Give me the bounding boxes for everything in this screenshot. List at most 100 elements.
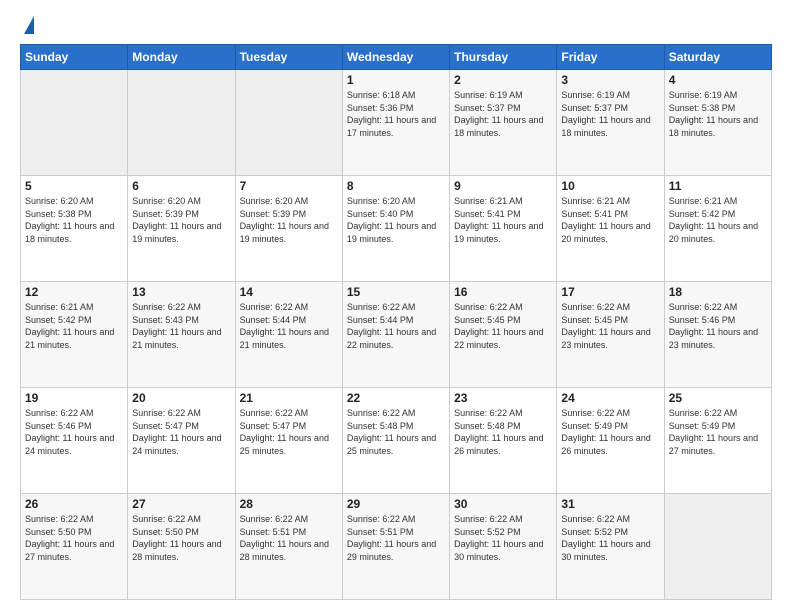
calendar-cell: 25 Sunrise: 6:22 AM Sunset: 5:49 PM Dayli…: [664, 388, 771, 494]
day-number: 30: [454, 497, 552, 511]
calendar-cell: [128, 70, 235, 176]
day-number: 9: [454, 179, 552, 193]
day-number: 1: [347, 73, 445, 87]
calendar-cell: 22 Sunrise: 6:22 AM Sunset: 5:48 PM Dayli…: [342, 388, 449, 494]
calendar-cell: 14Sunrise: 6:22 AM Sunset: 5:44 PM Dayli…: [235, 282, 342, 388]
cell-info: Sunrise: 6:22 AM Sunset: 5:51 PM Dayligh…: [347, 513, 445, 563]
day-number: 6: [132, 179, 230, 193]
calendar-cell: 16 Sunrise: 6:22 AM Sunset: 5:45 PM Dayli…: [450, 282, 557, 388]
cell-info: Sunrise: 6:22 AM Sunset: 5:48 PM Dayligh…: [454, 407, 552, 457]
day-number: 26: [25, 497, 123, 511]
calendar-cell: [235, 70, 342, 176]
day-number: 24: [561, 391, 659, 405]
calendar-cell: 3 Sunrise: 6:19 AM Sunset: 5:37 PM Daylig…: [557, 70, 664, 176]
col-header-saturday: Saturday: [664, 45, 771, 70]
calendar-cell: 30 Sunrise: 6:22 AM Sunset: 5:52 PM Dayli…: [450, 494, 557, 600]
calendar-cell: 5 Sunrise: 6:20 AM Sunset: 5:38 PM Daylig…: [21, 176, 128, 282]
cell-info: Sunrise: 6:22 AM Sunset: 5:52 PM Dayligh…: [454, 513, 552, 563]
header: [20, 16, 772, 34]
calendar-week-row: 5 Sunrise: 6:20 AM Sunset: 5:38 PM Daylig…: [21, 176, 772, 282]
calendar-table: SundayMondayTuesdayWednesdayThursdayFrid…: [20, 44, 772, 600]
col-header-monday: Monday: [128, 45, 235, 70]
cell-info: Sunrise: 6:22 AM Sunset: 5:47 PM Dayligh…: [240, 407, 338, 457]
cell-info: Sunrise: 6:20 AM Sunset: 5:39 PM Dayligh…: [132, 195, 230, 245]
page: SundayMondayTuesdayWednesdayThursdayFrid…: [0, 0, 792, 612]
day-number: 10: [561, 179, 659, 193]
cell-info: Sunrise: 6:22 AM Sunset: 5:49 PM Dayligh…: [561, 407, 659, 457]
cell-info: Sunrise: 6:20 AM Sunset: 5:40 PM Dayligh…: [347, 195, 445, 245]
col-header-wednesday: Wednesday: [342, 45, 449, 70]
day-number: 8: [347, 179, 445, 193]
day-number: 18: [669, 285, 767, 299]
calendar-cell: 8 Sunrise: 6:20 AM Sunset: 5:40 PM Daylig…: [342, 176, 449, 282]
day-number: 25: [669, 391, 767, 405]
day-number: 28: [240, 497, 338, 511]
calendar-week-row: 1 Sunrise: 6:18 AM Sunset: 5:36 PM Daylig…: [21, 70, 772, 176]
day-number: 17: [561, 285, 659, 299]
calendar-cell: 31 Sunrise: 6:22 AM Sunset: 5:52 PM Dayli…: [557, 494, 664, 600]
cell-info: Sunrise: 6:22 AM Sunset: 5:52 PM Dayligh…: [561, 513, 659, 563]
calendar-cell: 12Sunrise: 6:21 AM Sunset: 5:42 PM Dayli…: [21, 282, 128, 388]
cell-info: Sunrise: 6:22 AM Sunset: 5:44 PM Dayligh…: [347, 301, 445, 351]
cell-info: Sunrise: 6:22 AM Sunset: 5:46 PM Dayligh…: [669, 301, 767, 351]
day-number: 16: [454, 285, 552, 299]
logo: [20, 16, 34, 34]
cell-info: Sunrise: 6:22 AM Sunset: 5:45 PM Dayligh…: [454, 301, 552, 351]
cell-info: Sunrise: 6:22 AM Sunset: 5:44 PM Dayligh…: [240, 301, 338, 351]
day-number: 31: [561, 497, 659, 511]
day-number: 20: [132, 391, 230, 405]
col-header-tuesday: Tuesday: [235, 45, 342, 70]
cell-info: Sunrise: 6:20 AM Sunset: 5:39 PM Dayligh…: [240, 195, 338, 245]
day-number: 22: [347, 391, 445, 405]
calendar-cell: 7Sunrise: 6:20 AM Sunset: 5:39 PM Daylig…: [235, 176, 342, 282]
calendar-cell: 21 Sunrise: 6:22 AM Sunset: 5:47 PM Dayli…: [235, 388, 342, 494]
cell-info: Sunrise: 6:22 AM Sunset: 5:43 PM Dayligh…: [132, 301, 230, 351]
cell-info: Sunrise: 6:19 AM Sunset: 5:37 PM Dayligh…: [561, 89, 659, 139]
calendar-cell: 6 Sunrise: 6:20 AM Sunset: 5:39 PM Daylig…: [128, 176, 235, 282]
calendar-header-row: SundayMondayTuesdayWednesdayThursdayFrid…: [21, 45, 772, 70]
cell-info: Sunrise: 6:22 AM Sunset: 5:46 PM Dayligh…: [25, 407, 123, 457]
day-number: 15: [347, 285, 445, 299]
cell-info: Sunrise: 6:21 AM Sunset: 5:41 PM Dayligh…: [561, 195, 659, 245]
logo-triangle-icon: [24, 16, 34, 34]
cell-info: Sunrise: 6:21 AM Sunset: 5:41 PM Dayligh…: [454, 195, 552, 245]
calendar-cell: 10 Sunrise: 6:21 AM Sunset: 5:41 PM Dayli…: [557, 176, 664, 282]
day-number: 13: [132, 285, 230, 299]
cell-info: Sunrise: 6:22 AM Sunset: 5:51 PM Dayligh…: [240, 513, 338, 563]
cell-info: Sunrise: 6:22 AM Sunset: 5:50 PM Dayligh…: [25, 513, 123, 563]
calendar-cell: 15 Sunrise: 6:22 AM Sunset: 5:44 PM Dayli…: [342, 282, 449, 388]
calendar-cell: 4 Sunrise: 6:19 AM Sunset: 5:38 PM Daylig…: [664, 70, 771, 176]
calendar-cell: 17Sunrise: 6:22 AM Sunset: 5:45 PM Dayli…: [557, 282, 664, 388]
day-number: 21: [240, 391, 338, 405]
cell-info: Sunrise: 6:19 AM Sunset: 5:37 PM Dayligh…: [454, 89, 552, 139]
cell-info: Sunrise: 6:22 AM Sunset: 5:48 PM Dayligh…: [347, 407, 445, 457]
calendar-cell: 29 Sunrise: 6:22 AM Sunset: 5:51 PM Dayli…: [342, 494, 449, 600]
calendar-cell: 28 Sunrise: 6:22 AM Sunset: 5:51 PM Dayli…: [235, 494, 342, 600]
calendar-cell: 24 Sunrise: 6:22 AM Sunset: 5:49 PM Dayli…: [557, 388, 664, 494]
day-number: 3: [561, 73, 659, 87]
day-number: 29: [347, 497, 445, 511]
day-number: 5: [25, 179, 123, 193]
cell-info: Sunrise: 6:21 AM Sunset: 5:42 PM Dayligh…: [25, 301, 123, 351]
calendar-week-row: 12Sunrise: 6:21 AM Sunset: 5:42 PM Dayli…: [21, 282, 772, 388]
cell-info: Sunrise: 6:22 AM Sunset: 5:47 PM Dayligh…: [132, 407, 230, 457]
day-number: 19: [25, 391, 123, 405]
calendar-cell: [664, 494, 771, 600]
calendar-cell: 23Sunrise: 6:22 AM Sunset: 5:48 PM Dayli…: [450, 388, 557, 494]
calendar-cell: 2Sunrise: 6:19 AM Sunset: 5:37 PM Daylig…: [450, 70, 557, 176]
calendar-cell: 13 Sunrise: 6:22 AM Sunset: 5:43 PM Dayli…: [128, 282, 235, 388]
day-number: 4: [669, 73, 767, 87]
day-number: 11: [669, 179, 767, 193]
cell-info: Sunrise: 6:21 AM Sunset: 5:42 PM Dayligh…: [669, 195, 767, 245]
calendar-cell: 26 Sunrise: 6:22 AM Sunset: 5:50 PM Dayli…: [21, 494, 128, 600]
cell-info: Sunrise: 6:22 AM Sunset: 5:49 PM Dayligh…: [669, 407, 767, 457]
calendar-cell: 20 Sunrise: 6:22 AM Sunset: 5:47 PM Dayli…: [128, 388, 235, 494]
calendar-week-row: 19 Sunrise: 6:22 AM Sunset: 5:46 PM Dayli…: [21, 388, 772, 494]
cell-info: Sunrise: 6:20 AM Sunset: 5:38 PM Dayligh…: [25, 195, 123, 245]
calendar-cell: 27Sunrise: 6:22 AM Sunset: 5:50 PM Dayli…: [128, 494, 235, 600]
cell-info: Sunrise: 6:22 AM Sunset: 5:50 PM Dayligh…: [132, 513, 230, 563]
calendar-cell: [21, 70, 128, 176]
cell-info: Sunrise: 6:19 AM Sunset: 5:38 PM Dayligh…: [669, 89, 767, 139]
calendar-cell: 1 Sunrise: 6:18 AM Sunset: 5:36 PM Daylig…: [342, 70, 449, 176]
cell-info: Sunrise: 6:18 AM Sunset: 5:36 PM Dayligh…: [347, 89, 445, 139]
